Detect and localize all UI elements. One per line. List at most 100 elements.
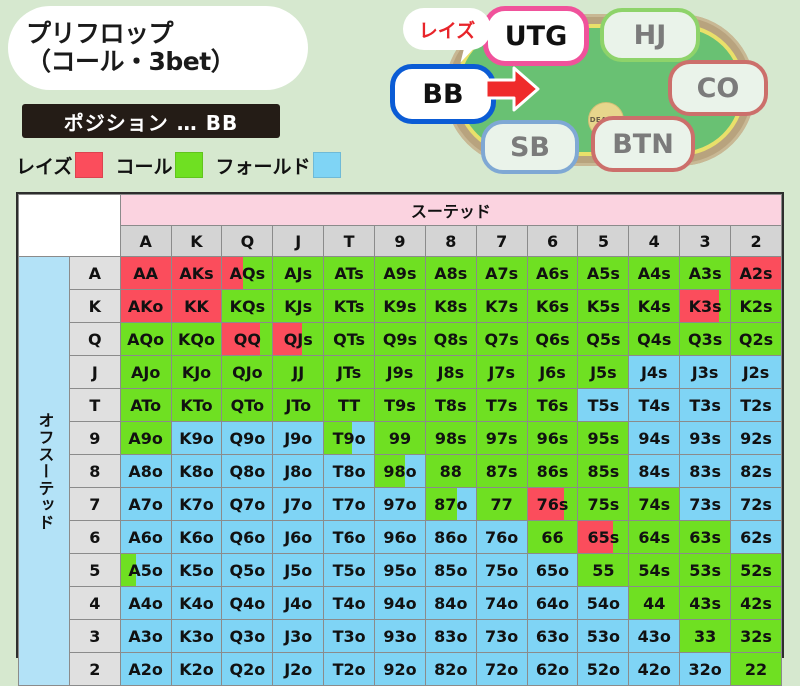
hand-cell-J2o[interactable]: J2o	[272, 652, 325, 686]
hand-cell-83o[interactable]: 83o	[424, 619, 477, 653]
hand-cell-54s[interactable]: 54s	[628, 553, 681, 587]
hand-cell-J3s[interactable]: J3s	[679, 355, 732, 389]
hand-cell-55[interactable]: 55	[577, 553, 630, 587]
hand-cell-Q2o[interactable]: Q2o	[221, 652, 274, 686]
hand-cell-82o[interactable]: 82o	[424, 652, 477, 686]
hand-cell-86s[interactable]: 86s	[526, 454, 579, 488]
hand-cell-KJs[interactable]: KJs	[272, 289, 325, 323]
hand-cell-T4o[interactable]: T4o	[323, 586, 376, 620]
hand-cell-JTo[interactable]: JTo	[272, 388, 325, 422]
hand-cell-76o[interactable]: 76o	[475, 520, 528, 554]
hand-cell-QTo[interactable]: QTo	[221, 388, 274, 422]
hand-cell-KTo[interactable]: KTo	[170, 388, 223, 422]
hand-cell-74o[interactable]: 74o	[475, 586, 528, 620]
hand-cell-Q4o[interactable]: Q4o	[221, 586, 274, 620]
hand-cell-QTs[interactable]: QTs	[323, 322, 376, 356]
hand-cell-A9s[interactable]: A9s	[374, 256, 426, 290]
hand-cell-86o[interactable]: 86o	[424, 520, 477, 554]
hand-cell-J6s[interactable]: J6s	[526, 355, 579, 389]
hand-cell-83s[interactable]: 83s	[679, 454, 732, 488]
hand-cell-T3o[interactable]: T3o	[323, 619, 376, 653]
hand-cell-AJs[interactable]: AJs	[272, 256, 325, 290]
hand-cell-A8o[interactable]: A8o	[119, 454, 172, 488]
hand-cell-J9o[interactable]: J9o	[272, 421, 325, 455]
hand-cell-T4s[interactable]: T4s	[628, 388, 681, 422]
hand-cell-A5o[interactable]: A5o	[119, 553, 172, 587]
hand-cell-J3o[interactable]: J3o	[272, 619, 325, 653]
hand-cell-98o[interactable]: 98o	[374, 454, 426, 488]
hand-cell-44[interactable]: 44	[628, 586, 681, 620]
hand-cell-43s[interactable]: 43s	[679, 586, 732, 620]
hand-cell-AJo[interactable]: AJo	[119, 355, 172, 389]
hand-cell-J7o[interactable]: J7o	[272, 487, 325, 521]
hand-cell-63s[interactable]: 63s	[679, 520, 732, 554]
hand-cell-A8s[interactable]: A8s	[424, 256, 477, 290]
hand-cell-KQo[interactable]: KQo	[170, 322, 223, 356]
hand-cell-85o[interactable]: 85o	[424, 553, 477, 587]
hand-cell-T6s[interactable]: T6s	[526, 388, 579, 422]
hand-cell-T3s[interactable]: T3s	[679, 388, 732, 422]
hand-cell-Q7s[interactable]: Q7s	[475, 322, 528, 356]
hand-cell-95s[interactable]: 95s	[577, 421, 630, 455]
hand-cell-43o[interactable]: 43o	[628, 619, 681, 653]
hand-cell-97s[interactable]: 97s	[475, 421, 528, 455]
hand-cell-K9s[interactable]: K9s	[374, 289, 426, 323]
hand-cell-22[interactable]: 22	[730, 652, 782, 686]
hand-cell-T5o[interactable]: T5o	[323, 553, 376, 587]
hand-cell-T8o[interactable]: T8o	[323, 454, 376, 488]
hand-cell-88[interactable]: 88	[424, 454, 477, 488]
hand-cell-KQs[interactable]: KQs	[221, 289, 274, 323]
hand-cell-32o[interactable]: 32o	[679, 652, 732, 686]
hand-cell-K3s[interactable]: K3s	[679, 289, 732, 323]
hand-cell-A2s[interactable]: A2s	[730, 256, 782, 290]
hand-cell-T9s[interactable]: T9s	[374, 388, 426, 422]
hand-cell-99[interactable]: 99	[374, 421, 426, 455]
hand-cell-K6o[interactable]: K6o	[170, 520, 223, 554]
hand-cell-K8o[interactable]: K8o	[170, 454, 223, 488]
hand-cell-KJo[interactable]: KJo	[170, 355, 223, 389]
hand-cell-K7o[interactable]: K7o	[170, 487, 223, 521]
hand-cell-65o[interactable]: 65o	[526, 553, 579, 587]
hand-cell-53o[interactable]: 53o	[577, 619, 630, 653]
hand-cell-Q5o[interactable]: Q5o	[221, 553, 274, 587]
hand-cell-K3o[interactable]: K3o	[170, 619, 223, 653]
hand-cell-Q2s[interactable]: Q2s	[730, 322, 782, 356]
hand-cell-A2o[interactable]: A2o	[119, 652, 172, 686]
hand-cell-K2s[interactable]: K2s	[730, 289, 782, 323]
hand-cell-J5o[interactable]: J5o	[272, 553, 325, 587]
hand-cell-ATs[interactable]: ATs	[323, 256, 376, 290]
hand-cell-75o[interactable]: 75o	[475, 553, 528, 587]
hand-cell-ATo[interactable]: ATo	[119, 388, 172, 422]
hand-cell-AKo[interactable]: AKo	[119, 289, 172, 323]
hand-cell-T2o[interactable]: T2o	[323, 652, 376, 686]
hand-cell-Q6o[interactable]: Q6o	[221, 520, 274, 554]
hand-cell-94s[interactable]: 94s	[628, 421, 681, 455]
hand-cell-73o[interactable]: 73o	[475, 619, 528, 653]
hand-cell-J2s[interactable]: J2s	[730, 355, 782, 389]
hand-cell-76s[interactable]: 76s	[526, 487, 579, 521]
hand-cell-92s[interactable]: 92s	[730, 421, 782, 455]
hand-cell-32s[interactable]: 32s	[730, 619, 782, 653]
hand-cell-Q9o[interactable]: Q9o	[221, 421, 274, 455]
hand-cell-K9o[interactable]: K9o	[170, 421, 223, 455]
hand-cell-A6o[interactable]: A6o	[119, 520, 172, 554]
hand-cell-T5s[interactable]: T5s	[577, 388, 630, 422]
hand-cell-63o[interactable]: 63o	[526, 619, 579, 653]
hand-cell-42s[interactable]: 42s	[730, 586, 782, 620]
hand-cell-66[interactable]: 66	[526, 520, 579, 554]
hand-cell-K5s[interactable]: K5s	[577, 289, 630, 323]
hand-cell-A4s[interactable]: A4s	[628, 256, 681, 290]
hand-cell-74s[interactable]: 74s	[628, 487, 681, 521]
hand-cell-54o[interactable]: 54o	[577, 586, 630, 620]
hand-cell-85s[interactable]: 85s	[577, 454, 630, 488]
hand-cell-Q9s[interactable]: Q9s	[374, 322, 426, 356]
hand-cell-A6s[interactable]: A6s	[526, 256, 579, 290]
hand-cell-K8s[interactable]: K8s	[424, 289, 477, 323]
hand-cell-93o[interactable]: 93o	[374, 619, 426, 653]
hand-cell-87s[interactable]: 87s	[475, 454, 528, 488]
hand-cell-84s[interactable]: 84s	[628, 454, 681, 488]
seat-co[interactable]: CO	[668, 60, 768, 116]
hand-cell-A3o[interactable]: A3o	[119, 619, 172, 653]
hand-cell-Q8o[interactable]: Q8o	[221, 454, 274, 488]
hand-cell-T7s[interactable]: T7s	[475, 388, 528, 422]
